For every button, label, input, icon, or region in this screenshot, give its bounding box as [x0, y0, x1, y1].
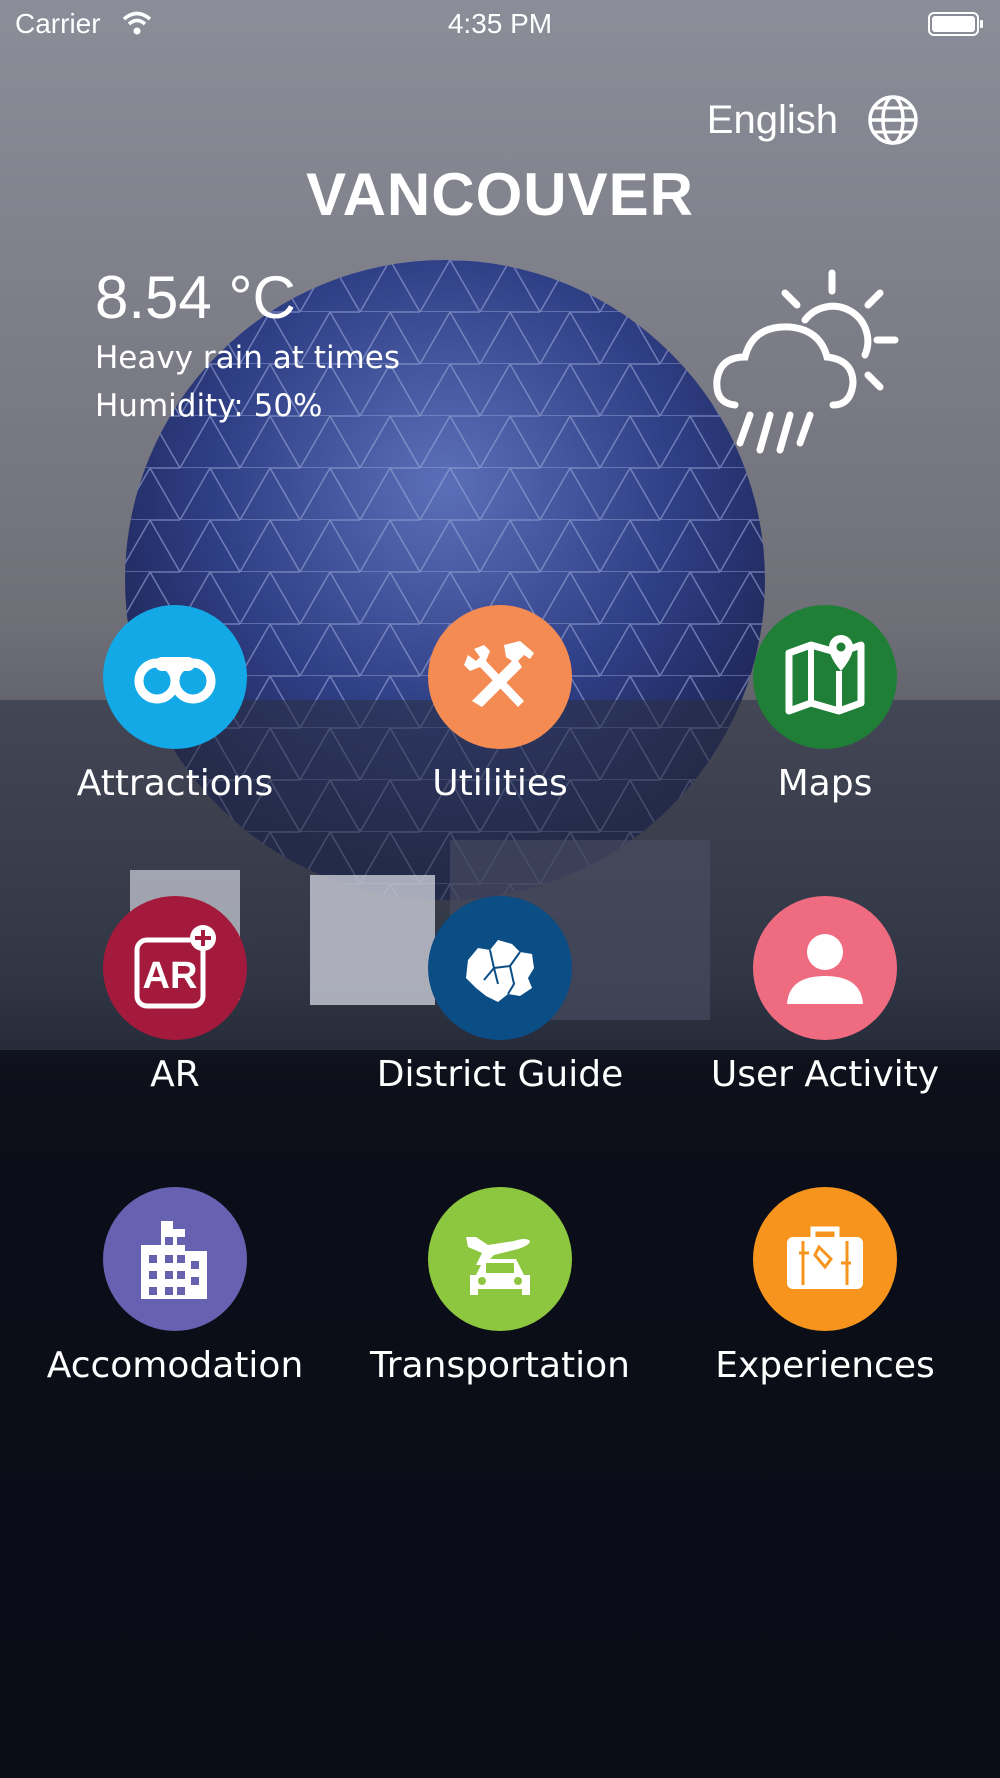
battery-icon	[928, 12, 983, 36]
menu-district-guide[interactable]: District Guide	[340, 896, 660, 1095]
menu-attractions[interactable]: Attractions	[15, 605, 335, 804]
map-pin-icon	[785, 635, 865, 715]
experiences-label: Experiences	[715, 1345, 935, 1386]
ar-circle[interactable]: AR	[103, 896, 247, 1040]
transportation-circle[interactable]	[428, 1187, 572, 1331]
utilities-circle[interactable]	[428, 605, 572, 749]
tools-icon	[464, 641, 534, 707]
globe-icon	[868, 95, 918, 145]
transportation-label: Transportation	[370, 1345, 630, 1386]
experiences-circle[interactable]	[753, 1187, 897, 1331]
utilities-label: Utilities	[432, 763, 568, 804]
district-guide-circle[interactable]	[428, 896, 572, 1040]
humidity: Humidity: 50%	[95, 388, 323, 424]
attractions-circle[interactable]	[103, 605, 247, 749]
attractions-label: Attractions	[76, 763, 274, 804]
maps-label: Maps	[777, 763, 873, 804]
menu-maps[interactable]: Maps	[665, 605, 985, 804]
menu-utilities[interactable]: Utilities	[340, 605, 660, 804]
menu-accomodation[interactable]: Accomodation	[15, 1187, 335, 1386]
user-activity-label: User Activity	[710, 1054, 940, 1095]
menu-ar[interactable]: AR AR	[15, 896, 335, 1095]
status-bar: Carrier 4:35 PM	[0, 0, 1000, 50]
accomodation-circle[interactable]	[103, 1187, 247, 1331]
user-activity-circle[interactable]	[753, 896, 897, 1040]
city-title: VANCOUVER	[306, 161, 694, 228]
weather-condition: Heavy rain at times	[95, 340, 400, 376]
district-map-icon	[466, 940, 534, 1002]
suitcase-icon	[787, 1226, 863, 1289]
status-time: 4:35 PM	[447, 8, 553, 39]
maps-circle[interactable]	[753, 605, 897, 749]
menu-transportation[interactable]: Transportation	[340, 1187, 660, 1386]
language-label: English	[706, 97, 838, 142]
language-selector[interactable]: English	[706, 95, 920, 145]
binoculars-icon	[134, 657, 216, 704]
menu-experiences[interactable]: Experiences	[665, 1187, 985, 1386]
accomodation-label: Accomodation	[46, 1345, 304, 1386]
district-guide-label: District Guide	[376, 1054, 624, 1095]
plane-car-icon	[466, 1237, 530, 1295]
rain-sun-cloud-icon	[713, 269, 899, 454]
building-icon	[141, 1221, 207, 1299]
user-icon	[787, 934, 863, 1004]
ar-label: AR	[150, 1054, 200, 1095]
temperature: 8.54 °C	[95, 264, 296, 331]
weather-panel: 8.54 °C Heavy rain at times Humidity: 50…	[95, 262, 400, 430]
ar-icon: AR	[134, 925, 216, 1009]
ar-icon-text: AR	[143, 955, 198, 997]
menu-user-activity[interactable]: User Activity	[665, 896, 985, 1095]
